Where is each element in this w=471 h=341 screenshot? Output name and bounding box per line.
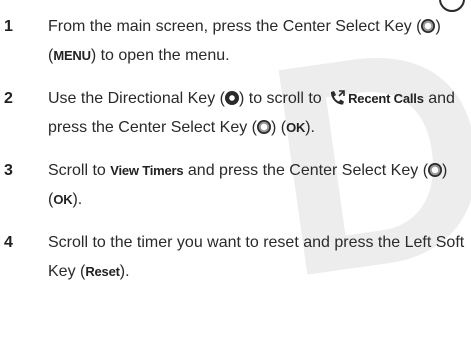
recent-calls-phone-icon	[331, 90, 345, 105]
directional-key-icon	[224, 91, 239, 105]
step-text: ).	[305, 119, 315, 136]
step-text: and press the Center Select Key (	[183, 162, 429, 179]
step-text: Scroll to	[48, 162, 111, 179]
key-label-reset: Reset	[85, 264, 120, 279]
step-2: 2 Use the Directional Key ( ) to scroll t…	[0, 84, 471, 142]
step-number: 2	[4, 90, 13, 107]
step-number: 3	[4, 162, 13, 179]
center-select-key-icon	[421, 19, 436, 33]
key-label-menu: MENU	[53, 48, 91, 63]
step-text: ) to scroll to	[238, 90, 327, 107]
step-3: 3 Scroll to View Timers and press the Ce…	[0, 156, 471, 214]
key-label-ok: OK	[286, 120, 306, 135]
step-1: 1 From the main screen, press the Center…	[0, 12, 471, 70]
step-text: From the main screen, press the Center S…	[48, 18, 422, 35]
step-number: 4	[4, 234, 13, 251]
step-text: ).	[72, 191, 83, 208]
step-4: 4 Scroll to the timer you want to reset …	[0, 228, 471, 286]
menu-label-view-timers: View Timers	[110, 163, 184, 178]
key-label-ok: OK	[53, 192, 73, 207]
menu-label-recent-calls: Recent Calls	[348, 91, 424, 106]
instruction-steps: 1 From the main screen, press the Center…	[0, 12, 471, 300]
center-select-key-icon	[428, 163, 443, 177]
step-number: 1	[4, 18, 13, 35]
step-text: ).	[119, 263, 130, 280]
step-text: ) to open the menu.	[90, 47, 230, 64]
center-select-key-icon	[256, 120, 271, 134]
step-text: Use the Directional Key (	[48, 90, 225, 107]
step-text: ) (	[270, 119, 287, 136]
